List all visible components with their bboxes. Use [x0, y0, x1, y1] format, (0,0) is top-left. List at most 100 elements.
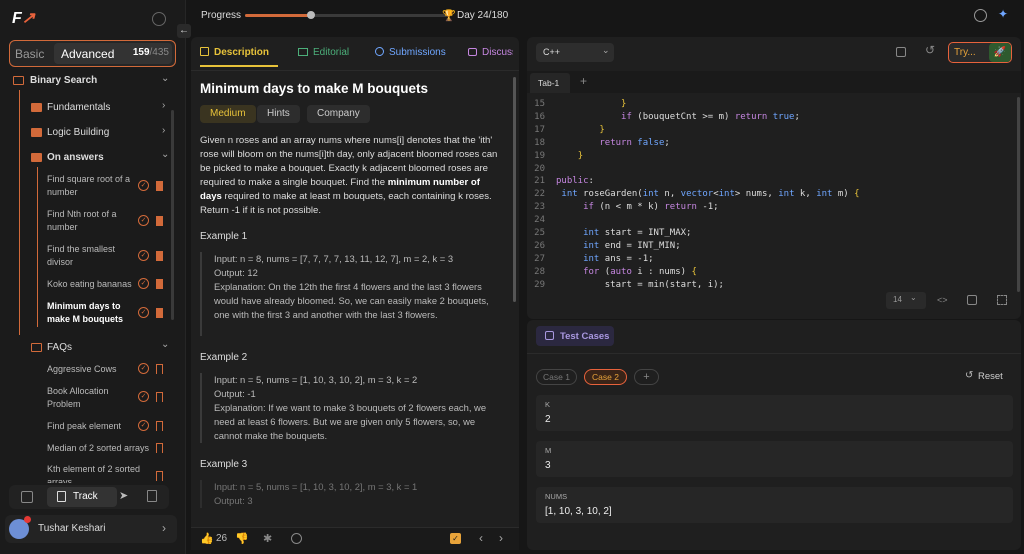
tree-line: [37, 167, 38, 327]
basic-option[interactable]: Basic: [15, 47, 44, 61]
line-number: 24: [534, 215, 545, 226]
bookmark-icon[interactable]: [156, 308, 163, 318]
bookmark-icon[interactable]: [156, 471, 163, 481]
code-line: 24: [527, 214, 1007, 227]
field-m[interactable]: M3: [536, 441, 1013, 477]
item-min-days-active[interactable]: Minimum days to make M bouquets: [47, 300, 135, 326]
ai-sparkle-icon[interactable]: ✦: [998, 7, 1008, 21]
code-line: 25 int start = INT_MAX;: [527, 227, 1007, 240]
case-1-button[interactable]: Case 1: [536, 369, 577, 385]
editor-tab-label: Tab-1: [538, 78, 560, 88]
item-square-root[interactable]: Find square root of a number: [47, 173, 135, 199]
bookmark-icon[interactable]: [156, 443, 163, 453]
line-number: 17: [534, 124, 545, 135]
checkbox-icon[interactable]: ✓: [450, 533, 461, 544]
thumbs-down-icon[interactable]: 👎: [235, 532, 249, 545]
case-2-button[interactable]: Case 2: [584, 369, 627, 385]
faq-aggressive-cows[interactable]: Aggressive Cows: [47, 363, 135, 376]
faq-kth-element[interactable]: Kth element of 2 sorted arrays: [47, 463, 147, 483]
grid-icon[interactable]: [21, 491, 33, 503]
line-number: 21: [534, 176, 545, 187]
chevron-right-icon[interactable]: ›: [162, 100, 165, 111]
bookmark-icon[interactable]: [156, 251, 163, 261]
check-icon: ✓: [138, 307, 149, 318]
track-label: Track: [73, 491, 98, 502]
track-button[interactable]: Track: [47, 487, 117, 507]
fullscreen-icon[interactable]: [997, 295, 1007, 305]
bookmark-icon[interactable]: [156, 216, 163, 226]
field-nums[interactable]: NUMS [1, 10, 3, 10, 2]: [536, 487, 1013, 523]
code-line: 28 for (auto i : nums) {: [527, 266, 1007, 279]
collapse-sidebar-icon[interactable]: ←: [177, 24, 191, 38]
difficulty-badge: Medium: [200, 105, 256, 123]
field-k[interactable]: K2: [536, 395, 1013, 431]
hints-button[interactable]: Hints: [257, 105, 300, 123]
bookmark-icon[interactable]: [156, 364, 163, 374]
user-profile[interactable]: Tushar Keshari ›: [5, 515, 177, 543]
chevron-down-icon[interactable]: ⌄: [161, 149, 169, 160]
group-on-answers[interactable]: On answers: [47, 151, 104, 164]
example-3-input: Input: n = 5, nums = [1, 10, 3, 10, 2], …: [214, 481, 418, 492]
try-button[interactable]: Try... 🚀: [948, 42, 1012, 63]
chevron-down-icon: ⌄: [910, 293, 917, 302]
add-tab-icon[interactable]: +: [580, 74, 587, 88]
item-koko[interactable]: Koko eating bananas: [47, 278, 135, 291]
code-line: 22 int roseGarden(int n, vector<int> num…: [527, 188, 1007, 201]
bug-icon[interactable]: ✱: [263, 532, 272, 545]
search-icon[interactable]: [152, 12, 166, 26]
chevron-down-icon[interactable]: ⌄: [161, 73, 169, 84]
thumbs-up-icon[interactable]: 👍: [200, 532, 214, 545]
next-icon[interactable]: ›: [499, 531, 503, 545]
reset-button[interactable]: Reset: [978, 371, 1003, 382]
chevron-right-icon[interactable]: ›: [162, 125, 165, 136]
bookmark-icon[interactable]: [156, 421, 163, 431]
tab-description[interactable]: Description: [200, 47, 278, 67]
chat-icon: [468, 48, 477, 56]
editor-scrollbar[interactable]: [1017, 97, 1020, 292]
line-code: return false;: [599, 137, 670, 148]
code-format-icon[interactable]: <>: [937, 295, 948, 305]
divider: [527, 353, 1021, 354]
check-icon: ✓: [138, 363, 149, 374]
tab-submissions[interactable]: Submissions: [375, 47, 446, 67]
group-faqs[interactable]: FAQs: [47, 341, 72, 354]
add-case-icon[interactable]: +: [634, 369, 659, 385]
item-nth-root[interactable]: Find Nth root of a number: [47, 208, 135, 234]
company-button[interactable]: Company: [307, 105, 370, 123]
sidebar-scrollbar[interactable]: [171, 110, 174, 320]
bookmark-icon[interactable]: [156, 279, 163, 289]
item-smallest-divisor[interactable]: Find the smallest divisor: [47, 243, 135, 269]
group-logic-building[interactable]: Logic Building: [47, 126, 109, 139]
timer-icon[interactable]: [974, 9, 987, 22]
font-size-select[interactable]: 14 ⌄: [886, 292, 926, 309]
reset-code-icon[interactable]: ↺: [925, 43, 935, 57]
paint-icon[interactable]: [967, 295, 977, 305]
section-binary-search[interactable]: Binary Search: [30, 74, 97, 87]
line-code: if (n < m * k) return -1;: [583, 202, 719, 213]
check-icon: ✓: [138, 180, 149, 191]
copy-icon[interactable]: [896, 47, 906, 57]
help-icon[interactable]: [291, 533, 302, 544]
description-scrollbar[interactable]: [513, 77, 516, 302]
send-icon[interactable]: ➤: [119, 489, 128, 502]
line-code: public:: [556, 176, 594, 187]
test-cases-tab[interactable]: Test Cases: [536, 326, 614, 346]
faq-book-allocation[interactable]: Book Allocation Problem: [47, 385, 135, 411]
chevron-right-icon: ›: [162, 521, 166, 535]
prev-icon[interactable]: ‹: [479, 531, 483, 545]
faq-median[interactable]: Median of 2 sorted arrays: [47, 442, 157, 455]
tab-discuss[interactable]: Discuss: [468, 47, 513, 67]
editor-tab-1[interactable]: Tab-1: [530, 73, 570, 93]
test-cases-panel: Test Cases Case 1 Case 2 + ↺ Reset K2 M3…: [527, 320, 1021, 550]
reset-icon[interactable]: ↺: [965, 370, 973, 381]
bookmark-icon[interactable]: [156, 181, 163, 191]
language-select[interactable]: C++ ⌄: [536, 43, 614, 62]
level-toggle[interactable]: Basic Advanced 159/435: [9, 40, 176, 67]
tab-editorial[interactable]: Editorial: [298, 47, 349, 67]
chevron-down-icon[interactable]: ⌄: [161, 339, 169, 350]
top-bar: ← Progress 🏆 Day 24/180 ✦: [177, 0, 1024, 38]
group-fundamentals[interactable]: Fundamentals: [47, 101, 110, 114]
bookmark-icon[interactable]: [156, 392, 163, 402]
notes-icon[interactable]: [147, 490, 157, 502]
faq-peak-element[interactable]: Find peak element: [47, 420, 135, 433]
